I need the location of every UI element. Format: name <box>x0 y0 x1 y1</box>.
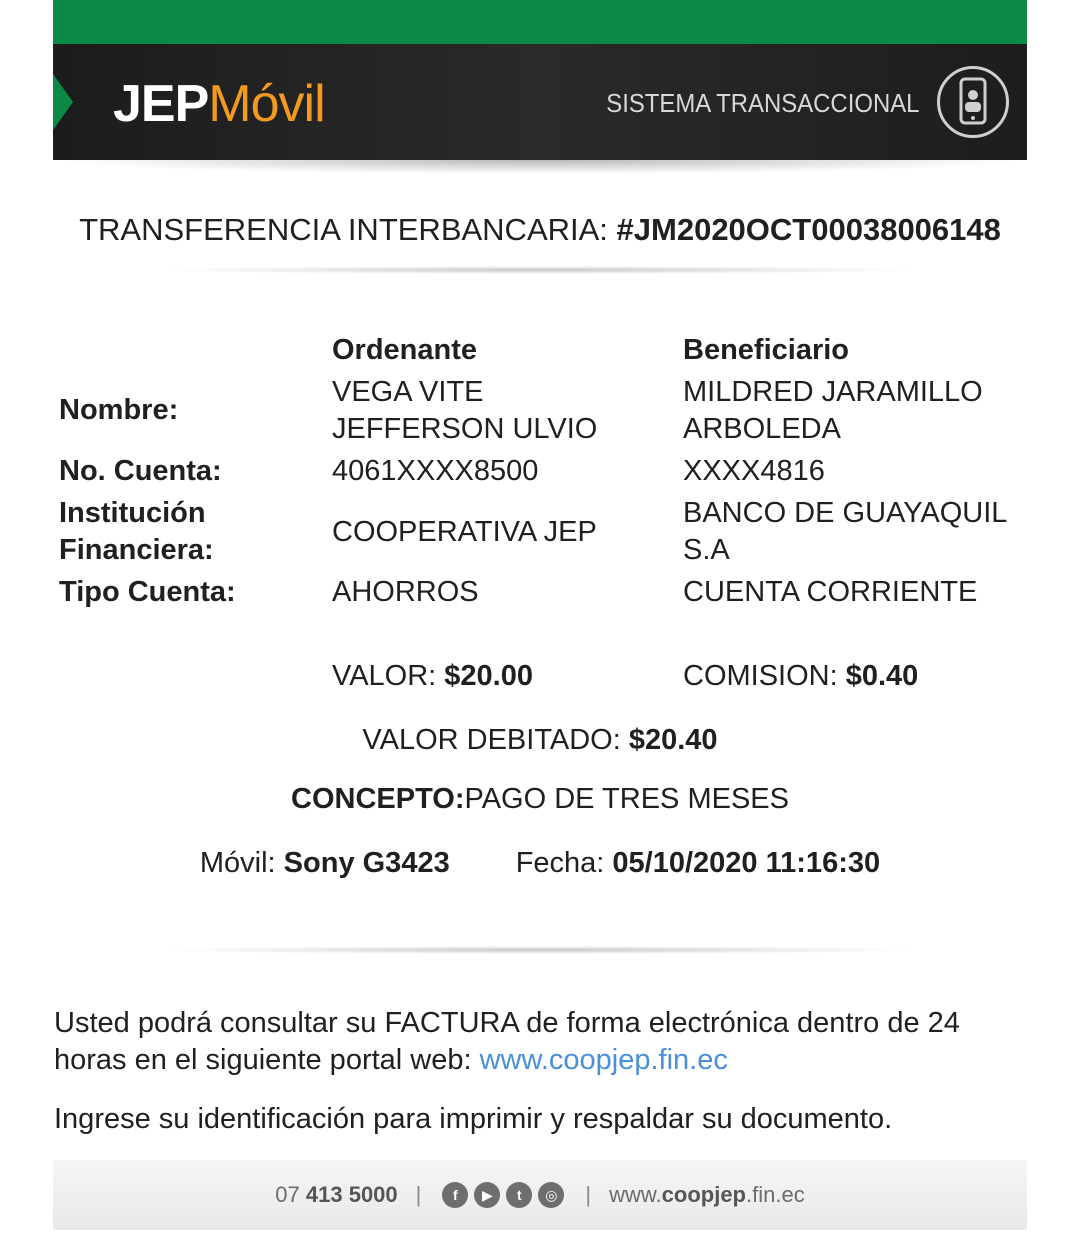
banner-shadow <box>53 160 1027 174</box>
ordenante-tipo-cuenta: AHORROS <box>332 576 479 608</box>
beneficiario-nombre: MILDRED JARAMILLO ARBOLEDA <box>683 376 983 445</box>
valor-amount: $20.00 <box>444 660 533 692</box>
header-ordenante: Ordenante <box>332 334 478 366</box>
factura-notice: Usted podrá consultar su FACTURA de form… <box>54 1005 1034 1079</box>
label-tipo-cuenta: Tipo Cuenta: <box>59 576 236 608</box>
banner-arrow-icon <box>53 74 73 130</box>
comision-line: COMISION: $0.40 <box>683 658 918 695</box>
movil-label: Móvil: <box>199 847 284 879</box>
ordenante-institucion: COOPERATIVA JEP <box>332 516 597 548</box>
label-nombre: Nombre: <box>59 394 179 426</box>
header-beneficiario: Beneficiario <box>683 334 849 366</box>
transfer-title-label: TRANSFERENCIA INTERBANCARIA: <box>79 212 617 247</box>
twitter-icon[interactable]: t <box>506 1182 533 1208</box>
valor-label: VALOR: <box>332 660 445 692</box>
footer-phone: 07 413 5000 <box>275 1182 397 1208</box>
logo-jep-text: JEP <box>113 75 209 133</box>
jep-movil-logo: JEPMóvil <box>113 74 326 134</box>
concepto-line: CONCEPTO:PAGO DE TRES MESES <box>0 781 1080 818</box>
header-green-strip <box>53 0 1027 44</box>
valor-line: VALOR: $20.00 <box>332 658 533 695</box>
debitado-label: VALOR DEBITADO: <box>362 724 629 756</box>
ordenante-cuenta: 4061XXXX8500 <box>332 455 539 487</box>
fecha-value: 05/10/2020 11:16:30 <box>612 847 881 879</box>
facebook-icon[interactable]: f <box>442 1182 469 1208</box>
system-label: SISTEMA TRANSACCIONAL <box>605 88 919 118</box>
title-divider <box>160 266 920 274</box>
beneficiario-cuenta: XXXX4816 <box>683 455 825 487</box>
transfer-reference: #JM2020OCT00038006148 <box>616 212 1001 247</box>
ordenante-nombre: VEGA VITE JEFFERSON ULVIO <box>332 376 598 445</box>
youtube-icon[interactable]: ▶ <box>474 1182 501 1208</box>
transfer-title: TRANSFERENCIA INTERBANCARIA: #JM2020OCT0… <box>0 210 1080 250</box>
footer-separator: | <box>585 1182 592 1207</box>
footer-separator: | <box>415 1182 422 1207</box>
footer-web-prefix: www. <box>609 1182 662 1207</box>
footer-website[interactable]: www.coopjep.fin.ec <box>609 1182 805 1208</box>
footer-bar: 07 413 5000 | f ▶ t ◎ | www.coopjep.fin.… <box>53 1160 1027 1230</box>
device-date-line: Móvil: Sony G3423 Fecha: 05/10/2020 11:16… <box>0 845 1080 882</box>
valor-debitado-line: VALOR DEBITADO: $20.40 <box>0 722 1080 759</box>
print-notice: Ingrese su identificación para imprimir … <box>54 1103 893 1135</box>
portal-link[interactable]: www.coopjep.fin.ec <box>480 1044 728 1076</box>
concepto-label: CONCEPTO: <box>291 783 465 815</box>
concepto-value: PAGO DE TRES MESES <box>464 783 789 815</box>
footer-content: 07 413 5000 | f ▶ t ◎ | www.coopjep.fin.… <box>53 1160 1027 1230</box>
footer-phone-prefix: 07 <box>275 1182 306 1207</box>
logo-movil-text: Móvil <box>208 75 325 133</box>
instagram-icon[interactable]: ◎ <box>538 1182 565 1208</box>
movil-value: Sony G3423 <box>283 847 450 879</box>
label-institucion: Institución Financiera: <box>59 497 214 566</box>
footer-web-bold: coopjep <box>661 1182 746 1207</box>
fecha-label: Fecha: <box>515 847 613 879</box>
beneficiario-institucion: BANCO DE GUAYAQUIL S.A <box>683 497 1007 566</box>
comision-amount: $0.40 <box>845 660 919 692</box>
content-divider <box>160 946 920 954</box>
footer-phone-main: 413 5000 <box>305 1182 398 1207</box>
comision-label: COMISION: <box>683 660 846 692</box>
label-no-cuenta: No. Cuenta: <box>59 455 222 487</box>
debitado-amount: $20.40 <box>628 724 718 756</box>
footer-web-suffix: .fin.ec <box>746 1182 805 1207</box>
header-banner: JEPMóvil SISTEMA TRANSACCIONAL <box>53 44 1027 160</box>
beneficiario-tipo-cuenta: CUENTA CORRIENTE <box>683 576 978 608</box>
phone-user-icon <box>937 66 1009 138</box>
